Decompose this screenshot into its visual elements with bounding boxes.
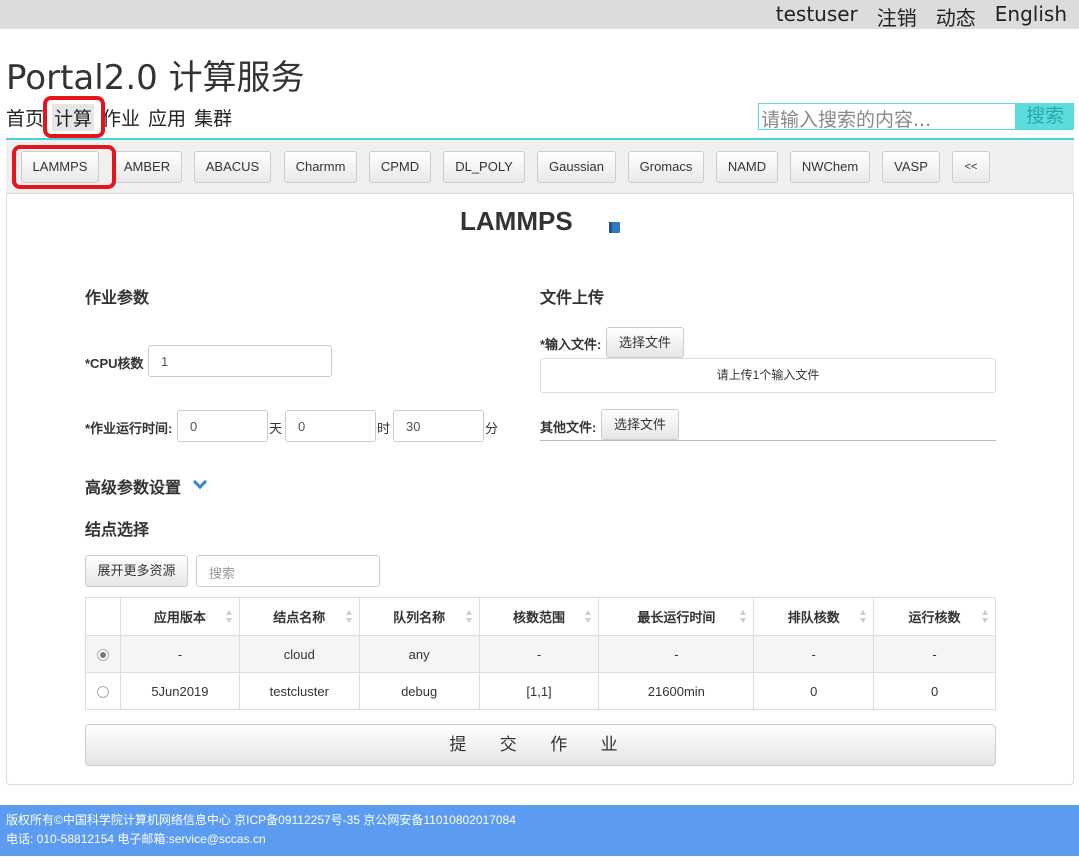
- table-cell: -: [478, 635, 600, 673]
- cpu-label: *CPU核数: [85, 356, 144, 371]
- input-file-label: *输入文件:: [540, 337, 602, 352]
- sort-icon[interactable]: [740, 610, 747, 624]
- main-nav: 首页 计算 作业 应用 集群: [6, 104, 240, 131]
- search-button[interactable]: 搜索: [1016, 103, 1074, 130]
- tab-nwchem[interactable]: NWChem: [790, 151, 870, 183]
- book-icon[interactable]: [609, 222, 620, 233]
- language-link[interactable]: English: [995, 2, 1067, 31]
- table-header[interactable]: 结点名称: [238, 597, 360, 636]
- table-header[interactable]: 队列名称: [358, 597, 480, 636]
- node-table: 应用版本 结点名称 队列名称 核数范围 最长运行时间 排队核数 运行核数 - c…: [85, 597, 996, 710]
- table-header[interactable]: 应用版本: [119, 597, 240, 636]
- table-cell: -: [753, 635, 875, 673]
- table-cell: -: [873, 635, 996, 673]
- tab-dl-poly[interactable]: DL_POLY: [443, 151, 525, 183]
- tab-vasp[interactable]: VASP: [882, 151, 940, 183]
- nav-compute[interactable]: 计算: [52, 104, 95, 131]
- row-select-cell[interactable]: [85, 672, 121, 710]
- sort-icon[interactable]: [585, 610, 592, 624]
- page-title: Portal2.0 计算服务: [6, 58, 305, 98]
- other-file-choose-button[interactable]: 选择文件: [601, 409, 679, 440]
- username-link[interactable]: testuser: [776, 2, 858, 31]
- hours-input[interactable]: 0: [285, 410, 376, 442]
- sort-icon[interactable]: [982, 610, 989, 624]
- tab-amber[interactable]: AMBER: [112, 151, 182, 183]
- column-label: 应用版本: [153, 610, 206, 625]
- runtime-label: *作业运行时间:: [85, 421, 173, 436]
- input-file-choose-button[interactable]: 选择文件: [606, 327, 684, 358]
- nav-cluster[interactable]: 集群: [194, 104, 232, 131]
- sort-icon[interactable]: [860, 610, 867, 624]
- table-cell: debug: [358, 672, 480, 710]
- column-label: 结点名称: [273, 610, 326, 625]
- table-header-row: 应用版本 结点名称 队列名称 核数范围 最长运行时间 排队核数 运行核数: [85, 597, 996, 636]
- nav-home[interactable]: 首页: [6, 104, 44, 131]
- table-header-select: [85, 597, 121, 636]
- tab-charmm[interactable]: Charmm: [284, 151, 357, 183]
- tab-namd[interactable]: NAMD: [716, 151, 778, 183]
- tab-collapse-button[interactable]: <<: [952, 151, 990, 183]
- app-title: LAMMPS: [460, 206, 573, 236]
- advanced-settings-toggle[interactable]: 高级参数设置: [85, 474, 181, 498]
- submit-job-button[interactable]: 提 交 作 业: [85, 724, 996, 766]
- sort-icon[interactable]: [465, 610, 473, 624]
- minutes-unit: 分: [485, 421, 499, 436]
- table-header[interactable]: 排队核数: [753, 597, 875, 636]
- table-cell: testcluster: [238, 672, 360, 710]
- sort-icon[interactable]: [225, 610, 233, 624]
- radio-button[interactable]: [96, 686, 109, 699]
- days-input[interactable]: 0: [177, 410, 268, 442]
- cpu-count-input[interactable]: 1: [148, 345, 332, 377]
- sort-icon[interactable]: [345, 610, 353, 624]
- input-file-dropzone[interactable]: 请上传1个输入文件: [540, 358, 996, 393]
- column-label: 运行核数: [908, 610, 961, 625]
- table-cell: -: [119, 635, 240, 673]
- table-cell: cloud: [238, 635, 360, 673]
- minutes-input[interactable]: 30: [393, 410, 484, 442]
- hours-unit: 时: [377, 421, 391, 436]
- other-file-label: 其他文件:: [540, 420, 597, 435]
- table-header[interactable]: 最长运行时间: [598, 597, 755, 636]
- column-label: 核数范围: [513, 610, 566, 625]
- table-row[interactable]: - cloud any - - - -: [85, 635, 996, 673]
- file-upload-title: 文件上传: [540, 290, 605, 307]
- tab-abacus[interactable]: ABACUS: [194, 151, 271, 183]
- column-label: 最长运行时间: [637, 610, 716, 625]
- table-cell: 5Jun2019: [119, 672, 240, 710]
- node-search-input[interactable]: 搜索: [196, 555, 380, 587]
- news-link[interactable]: 动态: [936, 2, 976, 31]
- other-file-divider: [540, 440, 996, 441]
- nav-apps[interactable]: 应用: [148, 104, 186, 131]
- tab-cpmd[interactable]: CPMD: [369, 151, 431, 183]
- radio-button[interactable]: [96, 649, 109, 662]
- node-select-title: 结点选择: [85, 522, 150, 539]
- column-label: 排队核数: [787, 610, 840, 625]
- table-cell: [1,1]: [478, 672, 600, 710]
- tab-gromacs[interactable]: Gromacs: [628, 151, 704, 183]
- footer: 版权所有©中国科学院计算机网络信息中心 京ICP备09112257号-35 京公…: [0, 805, 1079, 856]
- job-params-title: 作业参数: [85, 290, 150, 307]
- row-select-cell[interactable]: [85, 635, 121, 673]
- tab-gaussian[interactable]: Gaussian: [537, 151, 616, 183]
- table-header[interactable]: 核数范围: [478, 597, 600, 636]
- top-bar: testuser 注销 动态 English: [0, 0, 1079, 31]
- table-cell: -: [598, 635, 755, 673]
- nav-jobs[interactable]: 作业: [102, 104, 140, 131]
- footer-contact: 电话: 010-58812154 电子邮箱:service@sccas.cn: [6, 832, 266, 846]
- search-input[interactable]: 请输入搜索的内容...: [758, 103, 1016, 131]
- table-cell: 0: [753, 672, 875, 710]
- footer-copyright: 版权所有©中国科学院计算机网络信息中心 京ICP备09112257号-35 京公…: [6, 813, 516, 827]
- column-label: 队列名称: [393, 610, 446, 625]
- top-links: testuser 注销 动态 English: [776, 2, 1067, 31]
- table-cell: any: [358, 635, 480, 673]
- table-cell: 0: [873, 672, 996, 710]
- table-row[interactable]: 5Jun2019 testcluster debug [1,1] 21600mi…: [85, 672, 996, 710]
- table-cell: 21600min: [598, 672, 755, 710]
- logout-link[interactable]: 注销: [877, 2, 917, 31]
- table-header[interactable]: 运行核数: [873, 597, 996, 636]
- days-unit: 天: [269, 421, 283, 436]
- tab-lammps[interactable]: LAMMPS: [21, 151, 99, 183]
- expand-resources-button[interactable]: 展开更多资源: [85, 555, 188, 587]
